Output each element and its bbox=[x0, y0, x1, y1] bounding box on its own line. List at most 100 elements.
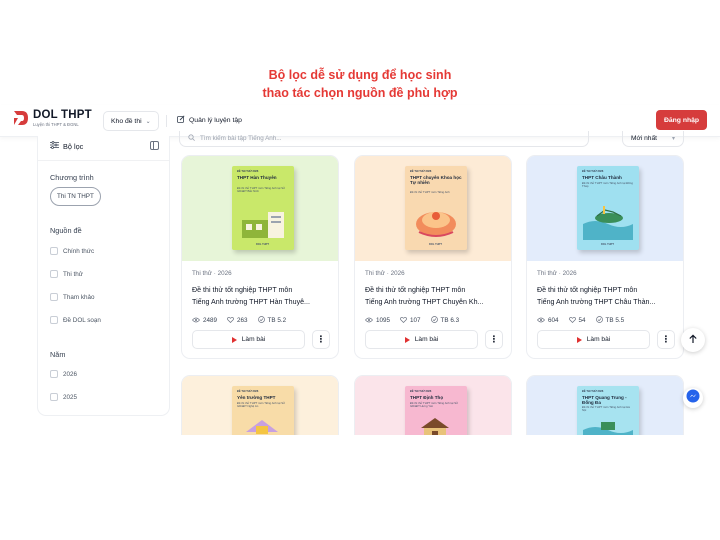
start-exam-button[interactable]: Làm bài bbox=[537, 330, 650, 349]
page-bottom-whitespace bbox=[0, 435, 720, 540]
heart-icon bbox=[568, 316, 576, 325]
start-exam-button[interactable]: Làm bài bbox=[192, 330, 305, 349]
checkbox[interactable] bbox=[50, 270, 58, 278]
views-count: 1095 bbox=[376, 317, 391, 324]
score-value: TB 6.3 bbox=[440, 317, 460, 324]
source-option-dol[interactable]: Đề DOL soạn bbox=[50, 316, 101, 324]
exam-card[interactable]: ĐỀ THI THỬ 2026 THPT chuyên Khoa học Tự … bbox=[354, 155, 512, 359]
site-logo[interactable]: DOL THPT Luyện thi THPT & ĐGNL bbox=[12, 109, 92, 128]
card-cover: ĐỀ THI THỬ 2026 THPT chuyên Khoa học Tự … bbox=[355, 156, 511, 261]
book-title: THPT Hàn Thuyên bbox=[237, 175, 277, 180]
views-count: 2489 bbox=[203, 317, 218, 324]
views-count: 604 bbox=[548, 317, 559, 324]
score-stat: TB 6.3 bbox=[430, 316, 460, 325]
likes-count: 54 bbox=[578, 317, 586, 324]
checkbox[interactable] bbox=[50, 393, 58, 401]
source-option-thi-thu[interactable]: Thi thử bbox=[50, 270, 83, 278]
scroll-to-top-button[interactable] bbox=[681, 328, 705, 352]
book-title: THPT Quang Trung - Đống Đa bbox=[582, 395, 627, 406]
likes-stat: 263 bbox=[227, 316, 248, 325]
heart-icon bbox=[227, 316, 234, 325]
option-label: 2025 bbox=[63, 393, 78, 401]
book-logo: DOL THPT bbox=[256, 243, 269, 246]
more-options-icon[interactable]: ⋮ bbox=[657, 330, 675, 349]
book-subtitle: Đề thi thử THPT môn Tiếng Anh tại Đồng T… bbox=[582, 181, 633, 189]
search-icon bbox=[188, 134, 195, 143]
book-tag: ĐỀ THI THỬ 2026 bbox=[237, 170, 259, 173]
checkbox[interactable] bbox=[50, 370, 58, 378]
promo-caption: Bộ lọc dễ sử dụng để học sinh thao tác c… bbox=[0, 66, 720, 102]
sidebar-divider bbox=[38, 160, 169, 161]
chevron-down-icon: ⌄ bbox=[145, 118, 151, 125]
checkbox[interactable] bbox=[50, 247, 58, 255]
option-label: Tham khảo bbox=[63, 293, 95, 301]
source-option-tham-khao[interactable]: Tham khảo bbox=[50, 293, 95, 301]
likes-stat: 54 bbox=[568, 316, 586, 325]
likes-count: 263 bbox=[237, 317, 248, 324]
checkbox[interactable] bbox=[50, 316, 58, 324]
card-title[interactable]: Đề thi thử tốt nghiệp THPT môn Tiếng Anh … bbox=[365, 284, 505, 308]
year-option-2026[interactable]: 2026 bbox=[50, 370, 77, 378]
sort-select[interactable]: Mới nhất ▾ bbox=[622, 131, 684, 147]
card-year: 2026 bbox=[217, 270, 232, 277]
caption-line-1: Bộ lọc dễ sử dụng để học sinh bbox=[268, 68, 452, 82]
exam-bank-label: Kho đề thi bbox=[111, 117, 142, 125]
search-input[interactable]: Tìm kiếm bài tập Tiếng Anh... bbox=[179, 131, 589, 147]
book-subtitle: Đề thi thử THPT môn Tiếng Anh tại Sở GD&… bbox=[237, 401, 285, 409]
book-logo: DOL THPT bbox=[601, 243, 614, 246]
check-circle-icon bbox=[595, 316, 603, 325]
practice-manager-link[interactable]: Quản lý luyện tập bbox=[177, 115, 242, 125]
views-stat: 1095 bbox=[365, 316, 390, 325]
exam-card[interactable]: ĐỀ THI THỬ 2026 THPT Châu Thành Đề thi t… bbox=[526, 155, 684, 359]
score-stat: TB 5.5 bbox=[595, 316, 624, 325]
card-stats: 2489 263 TB 5.2 bbox=[192, 316, 286, 325]
card-title[interactable]: Đề thi thử tốt nghiệp THPT môn Tiếng Anh … bbox=[192, 284, 332, 308]
more-options-icon[interactable]: ⋮ bbox=[312, 330, 330, 349]
login-button[interactable]: Đăng nhập bbox=[656, 110, 707, 130]
book-tag: ĐỀ THI THỬ 2026 bbox=[582, 390, 604, 393]
card-year: 2026 bbox=[390, 270, 405, 277]
card-meta: Thi thử · 2026 bbox=[365, 270, 405, 277]
views-stat: 604 bbox=[537, 316, 559, 325]
year-option-2025[interactable]: 2025 bbox=[50, 393, 77, 401]
eye-icon bbox=[365, 317, 373, 325]
exam-bank-dropdown[interactable]: Kho đề thi ⌄ bbox=[103, 111, 159, 131]
book-tag: ĐỀ THI THỬ 2026 bbox=[237, 390, 259, 393]
filter-title: Bộ lọc bbox=[63, 141, 84, 151]
source-option-chinh-thuc[interactable]: Chính thức bbox=[50, 247, 94, 255]
card-title-line-2: Tiếng Anh trường THPT Châu Thàn... bbox=[537, 298, 656, 306]
book-title: Yên trường THPT bbox=[237, 395, 276, 400]
card-stats: 1095 107 TB 6.3 bbox=[365, 316, 459, 325]
book-tag: ĐỀ THI THỬ 2026 bbox=[582, 170, 604, 173]
score-value: TB 5.2 bbox=[267, 317, 287, 324]
likes-stat: 107 bbox=[400, 316, 421, 325]
card-year: 2026 bbox=[562, 270, 577, 277]
search-placeholder: Tìm kiếm bài tập Tiếng Anh... bbox=[200, 135, 282, 142]
card-cover: ĐỀ THI THỬ 2026 THPT Hàn Thuyên Đề thi t… bbox=[182, 156, 338, 261]
book-logo: DOL THPT bbox=[429, 243, 442, 246]
book-subtitle: Đề thi thử THPT môn Tiếng Anh tại Sở GD&… bbox=[237, 186, 285, 194]
card-type: Thi thử bbox=[537, 270, 557, 277]
filter-header: Bộ lọc bbox=[50, 141, 83, 151]
book-illustration bbox=[583, 206, 633, 240]
check-circle-icon bbox=[257, 316, 265, 325]
chevron-down-icon: ▾ bbox=[671, 136, 675, 142]
likes-count: 107 bbox=[410, 317, 421, 324]
book-title: THPT Châu Thành bbox=[582, 175, 622, 180]
messenger-chat-button[interactable] bbox=[683, 388, 703, 408]
program-label: Chương trình bbox=[50, 173, 94, 182]
card-type: Thi thử bbox=[365, 270, 385, 277]
messenger-icon bbox=[686, 389, 700, 408]
logo-subtitle: Luyện thi THPT & ĐGNL bbox=[33, 122, 79, 127]
checkbox[interactable] bbox=[50, 293, 58, 301]
book-title: THPT chuyên Khoa học Tự nhiên bbox=[410, 175, 462, 186]
start-exam-label: Làm bài bbox=[414, 336, 439, 343]
program-chip[interactable]: Thi TN THPT bbox=[50, 187, 101, 206]
exam-card[interactable]: ĐỀ THI THỬ 2026 THPT Hàn Thuyên Đề thi t… bbox=[181, 155, 339, 359]
card-cover: ĐỀ THI THỬ 2026 THPT Châu Thành Đề thi t… bbox=[527, 156, 683, 261]
card-title[interactable]: Đề thi thử tốt nghiệp THPT môn Tiếng Anh … bbox=[537, 284, 677, 308]
more-options-icon[interactable]: ⋮ bbox=[485, 330, 503, 349]
sidebar-collapse-icon[interactable] bbox=[150, 141, 159, 150]
book-illustration bbox=[246, 420, 278, 434]
start-exam-button[interactable]: Làm bài bbox=[365, 330, 478, 349]
